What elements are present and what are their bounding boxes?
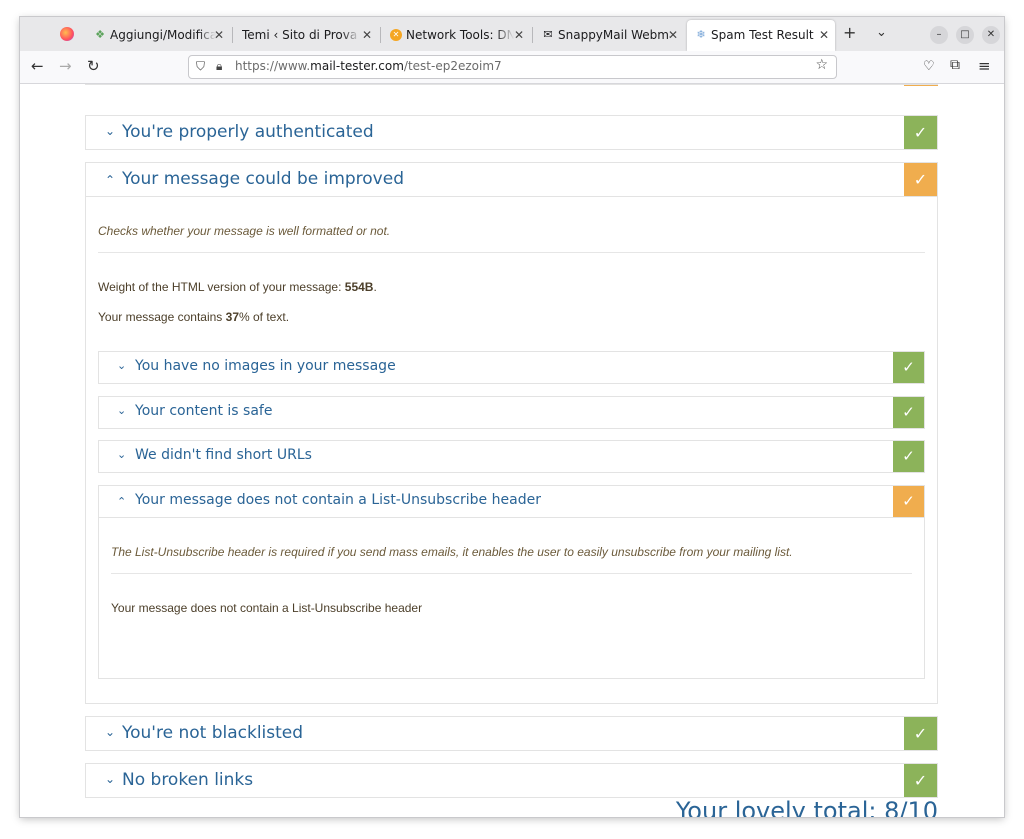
chevron-up-icon: ⌃ [117, 495, 127, 508]
check-short-urls[interactable]: ⌄ We didn't find short URLs ✓ [98, 440, 925, 473]
divider [98, 252, 925, 253]
check-icon: ✓ [893, 486, 924, 517]
check-header[interactable]: ⌄ We didn't find short URLs ✓ [99, 441, 924, 472]
chevron-down-icon: ⌄ [117, 448, 127, 461]
panel-authentication[interactable]: ⌄ You're properly authenticated ✓ [85, 115, 938, 150]
total-score: Your lovely total: 8/10 [675, 797, 938, 817]
panel-title: Your message could be improved [122, 169, 404, 189]
check-title: Your message does not contain a List-Uns… [135, 492, 541, 508]
window-close-icon[interactable]: ✕ [982, 26, 1000, 44]
panel-title: You're properly authenticated [122, 122, 374, 142]
minimize-icon[interactable]: – [930, 26, 948, 44]
tab-title: Spam Test Result [711, 28, 814, 42]
chevron-down-icon: ⌄ [105, 124, 116, 138]
extensions-icon[interactable]: ⧉ [950, 57, 960, 73]
check-detail: Your message does not contain a List-Uns… [111, 601, 423, 615]
panel-broken-links[interactable]: ⌄ No broken links ✓ [85, 763, 938, 798]
check-icon: ✓ [904, 163, 937, 196]
check-description: The List-Unsubscribe header is required … [111, 545, 793, 559]
maximize-icon[interactable]: □ [956, 26, 974, 44]
close-icon[interactable]: ✕ [668, 21, 678, 49]
chevron-up-icon: ⌃ [105, 173, 116, 187]
menu-icon[interactable]: ≡ [978, 57, 991, 75]
check-header[interactable]: ⌃ Your message does not contain a List-U… [99, 486, 924, 518]
chevron-down-icon: ⌄ [117, 404, 127, 417]
lock-icon[interactable]: 🔒︎ [216, 59, 222, 74]
text-ratio-text: Your message contains 37% of text. [98, 310, 290, 324]
tab-snappymail[interactable]: ✉ SnappyMail Webmail ✕ [534, 21, 684, 49]
check-no-images[interactable]: ⌄ You have no images in your message ✓ [98, 351, 925, 384]
tab-temi[interactable]: Temi ‹ Sito di Prova — W ✕ [234, 21, 378, 49]
panel-header[interactable]: ⌄ You're properly authenticated ✓ [86, 116, 937, 149]
panel-blacklist[interactable]: ⌄ You're not blacklisted ✓ [85, 716, 938, 751]
panel-header[interactable]: ⌄ You're not blacklisted ✓ [86, 717, 937, 750]
tab-title: SnappyMail Webmail [558, 28, 670, 42]
mail-icon: ✉ [543, 28, 553, 41]
check-title: Your content is safe [135, 403, 273, 419]
url-bar[interactable]: ⛉ 🔒︎ https://www.mail-tester.com/test-ep… [188, 55, 837, 79]
firefox-icon[interactable] [60, 27, 74, 41]
panel-message-format: ⌃ Your message could be improved ✓ Check… [85, 162, 938, 704]
panel-bottom-border [85, 84, 938, 85]
tab-aggiungi[interactable]: ❖ Aggiungi/Modifica re ✕ [86, 21, 230, 49]
back-icon[interactable]: ← [31, 57, 44, 75]
close-icon[interactable]: ✕ [514, 21, 524, 49]
html-weight-value: 554B [344, 280, 374, 294]
tab-network-tools[interactable]: ✕ Network Tools: DNS, ✕ [382, 21, 530, 49]
tab-spam-test-result[interactable]: ❄ Spam Test Result ✕ [687, 20, 835, 51]
check-icon: ✓ [893, 441, 924, 472]
snowflake-icon: ❄ [696, 28, 706, 41]
check-icon: ✓ [904, 717, 937, 750]
close-icon[interactable]: ✕ [214, 21, 224, 49]
check-icon: ✓ [904, 764, 937, 797]
check-title: You have no images in your message [135, 358, 396, 374]
chevron-down-icon: ⌄ [105, 725, 116, 739]
chevron-down-icon: ⌄ [105, 772, 116, 786]
list-tabs-icon[interactable]: ⌄ [876, 25, 887, 40]
tab-strip: ❖ Aggiungi/Modifica re ✕ Temi ‹ Sito di … [20, 17, 1004, 51]
check-icon: ✓ [904, 116, 937, 149]
html-weight-text: Weight of the HTML version of your messa… [98, 280, 377, 294]
navigation-bar: ← → ↻ ⛉ 🔒︎ https://www.mail-tester.com/t… [20, 51, 1004, 84]
browser-window: ❖ Aggiungi/Modifica re ✕ Temi ‹ Sito di … [20, 17, 1004, 817]
check-content-safe[interactable]: ⌄ Your content is safe ✓ [98, 396, 925, 429]
pocket-icon[interactable]: ♡ [923, 59, 935, 74]
panel-header[interactable]: ⌄ No broken links ✓ [86, 764, 937, 797]
check-title: We didn't find short URLs [135, 447, 312, 463]
network-tools-icon: ✕ [390, 29, 402, 41]
check-header[interactable]: ⌄ Your content is safe ✓ [99, 397, 924, 428]
divider [111, 573, 912, 574]
leaf-icon: ❖ [95, 28, 105, 41]
close-icon[interactable]: ✕ [362, 21, 372, 49]
bookmark-star-icon[interactable]: ☆ [815, 57, 828, 73]
panel-title: No broken links [122, 770, 254, 790]
check-icon: ✓ [893, 397, 924, 428]
new-tab-icon[interactable]: + [843, 23, 856, 42]
check-header[interactable]: ⌄ You have no images in your message ✓ [99, 352, 924, 383]
shield-icon[interactable]: ⛉ [196, 59, 205, 74]
close-icon[interactable]: ✕ [819, 20, 829, 51]
panel-header[interactable]: ⌃ Your message could be improved ✓ [86, 163, 937, 197]
reload-icon[interactable]: ↻ [87, 57, 100, 75]
chevron-down-icon: ⌄ [117, 359, 127, 372]
check-list-unsubscribe: ⌃ Your message does not contain a List-U… [98, 485, 925, 679]
check-icon: ✓ [893, 352, 924, 383]
url-text[interactable]: https://www.mail-tester.com/test-ep2ezoi… [235, 59, 502, 73]
text-ratio-value: 37 [225, 310, 239, 324]
forward-icon[interactable]: → [59, 57, 72, 75]
panel-title: You're not blacklisted [122, 723, 304, 743]
panel-description: Checks whether your message is well form… [98, 224, 391, 238]
page-content: ⌄ You're properly authenticated ✓ ⌃ Your… [20, 84, 1004, 817]
